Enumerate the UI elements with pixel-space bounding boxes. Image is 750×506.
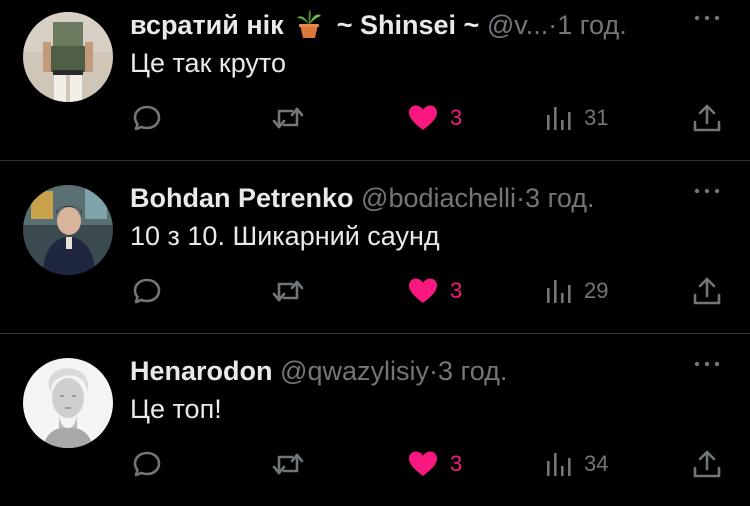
reply-tweet[interactable]: Bohdan Petrenko @bodiachelli·3 год. 10 з… [0, 160, 750, 333]
reply-icon [133, 105, 161, 131]
retweet-button[interactable] [270, 446, 306, 482]
heart-icon [409, 105, 437, 130]
heart-icon [409, 451, 437, 476]
separator-dot: · [428, 356, 438, 386]
reply-button[interactable] [130, 446, 164, 482]
separator-dot: · [516, 183, 526, 213]
share-button[interactable] [690, 100, 724, 136]
author-name-suffix[interactable]: ~ Shinsei ~ [337, 10, 480, 40]
heart-icon [409, 278, 437, 303]
author-handle[interactable]: @qwazylisiy [280, 356, 429, 386]
view-count: 31 [584, 105, 609, 130]
like-count: 3 [450, 105, 463, 130]
views-chart-icon [547, 107, 571, 130]
potted-plant-icon [295, 9, 323, 39]
action-bar: 3 29 [130, 273, 730, 309]
timestamp[interactable]: 3 год. [438, 356, 507, 386]
author-handle[interactable]: @v... [487, 10, 548, 40]
avatar[interactable] [23, 358, 113, 448]
view-count: 34 [584, 451, 609, 476]
like-count: 3 [450, 278, 463, 303]
tweet-header: всратий нік ~ Shinsei ~ @v...·1 год. [130, 8, 690, 42]
author-name[interactable]: всратий нік [130, 10, 284, 40]
like-button[interactable]: 3 [406, 273, 462, 309]
share-icon [693, 450, 721, 478]
reply-button[interactable] [130, 273, 164, 309]
tweet-text: Це топ! [130, 394, 222, 424]
tweet-header: Bohdan Petrenko @bodiachelli·3 год. [130, 181, 690, 215]
reply-tweet[interactable]: всратий нік ~ Shinsei ~ @v...·1 год. Це … [0, 0, 750, 160]
reply-icon [133, 278, 161, 304]
separator-dot: · [548, 10, 558, 40]
author-name[interactable]: Henarodon [130, 356, 273, 386]
avatar[interactable] [23, 185, 113, 275]
author-handle[interactable]: @bodiachelli [361, 183, 516, 213]
share-icon [693, 277, 721, 305]
views-chart-icon [547, 280, 571, 303]
views-button[interactable]: 29 [544, 273, 608, 309]
like-button[interactable]: 3 [406, 100, 462, 136]
views-button[interactable]: 31 [544, 100, 608, 136]
retweet-icon [272, 280, 304, 302]
retweet-icon [272, 107, 304, 129]
tweet-text: Це так круто [130, 48, 286, 78]
retweet-button[interactable] [270, 100, 306, 136]
views-chart-icon [547, 453, 571, 476]
action-bar: 3 34 [130, 446, 730, 482]
like-count: 3 [450, 451, 463, 476]
reply-button[interactable] [130, 100, 164, 136]
reply-icon [133, 451, 161, 477]
timestamp[interactable]: 3 год. [525, 183, 594, 213]
more-options-icon[interactable] [692, 181, 722, 201]
views-button[interactable]: 34 [544, 446, 608, 482]
avatar[interactable] [23, 12, 113, 102]
timestamp[interactable]: 1 год. [557, 10, 626, 40]
share-button[interactable] [690, 273, 724, 309]
more-options-icon[interactable] [692, 354, 722, 374]
reply-feed: всратий нік ~ Shinsei ~ @v...·1 год. Це … [0, 0, 750, 504]
more-options-icon[interactable] [692, 8, 722, 28]
author-name[interactable]: Bohdan Petrenko [130, 183, 354, 213]
share-icon [693, 104, 721, 132]
tweet-header: Henarodon @qwazylisiy·3 год. [130, 354, 690, 388]
share-button[interactable] [690, 446, 724, 482]
action-bar: 3 31 [130, 100, 730, 136]
retweet-icon [272, 453, 304, 475]
view-count: 29 [584, 278, 609, 303]
reply-tweet[interactable]: Henarodon @qwazylisiy·3 год. Це топ! 3 3… [0, 333, 750, 506]
retweet-button[interactable] [270, 273, 306, 309]
like-button[interactable]: 3 [406, 446, 462, 482]
tweet-text: 10 з 10. Шикарний саунд [130, 221, 440, 251]
